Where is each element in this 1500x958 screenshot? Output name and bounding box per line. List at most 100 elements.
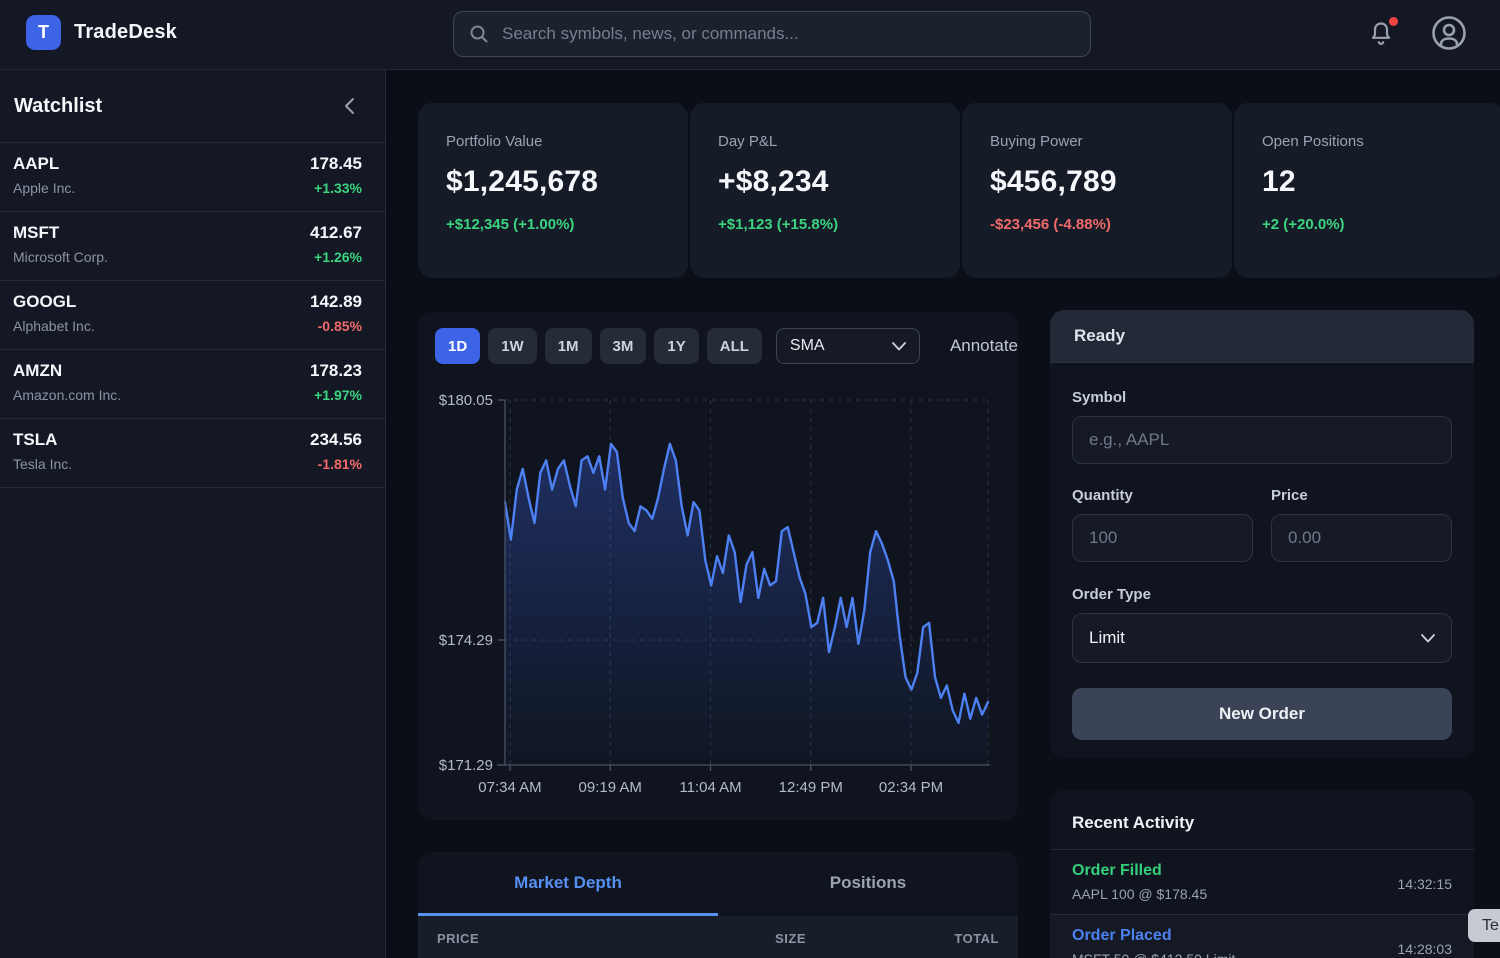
- symbol: GOOGL: [13, 292, 95, 312]
- change-percent: -1.81%: [310, 456, 362, 472]
- search-input[interactable]: [500, 23, 1075, 45]
- market-depth-panel: Market Depth Positions PRICE SIZE TOTAL: [418, 852, 1018, 958]
- order-form: Symbol Quantity Price Order Type Limit N…: [1050, 363, 1474, 740]
- watchlist-sidebar: Watchlist AAPL Apple Inc. 178.45 +1.33% MS…: [0, 70, 386, 958]
- stat-card-day-pnl: Day P&L +$8,234 +$1,123 (+15.8%): [690, 103, 960, 278]
- watchlist-title: Watchlist: [14, 95, 102, 118]
- watchlist-row-googl[interactable]: GOOGLAlphabet Inc. 142.89-0.85%: [0, 281, 385, 350]
- stat-change: -$23,456 (-4.88%): [990, 216, 1204, 233]
- user-icon: [1427, 11, 1471, 55]
- main-content: Portfolio Value $1,245,678 +$12,345 (+1.…: [387, 70, 1500, 958]
- price-chart[interactable]: $180.05$174.29$171.2907:34 AM09:19 AM11:…: [418, 312, 1018, 820]
- watchlist-row-aapl[interactable]: AAPL Apple Inc. 178.45 +1.33%: [0, 143, 385, 212]
- y-axis-label: $174.29: [439, 632, 493, 649]
- price-chart-panel: 1D 1W 1M 3M 1Y ALL SMA Annotate $180.05$…: [418, 312, 1018, 820]
- change-percent: -0.85%: [310, 318, 362, 334]
- watchlist-row-amzn[interactable]: AMZN Amazon.com Inc. 178.23 +1.97%: [0, 350, 385, 419]
- activity-detail: MSFT 50 @ $412.50 Limit: [1072, 951, 1452, 958]
- price-input[interactable]: [1271, 514, 1452, 562]
- timeframe-button-all[interactable]: ALL: [707, 328, 762, 364]
- order-type-label: Order Type: [1072, 586, 1452, 603]
- stat-change: +$12,345 (+1.00%): [446, 216, 660, 233]
- change-percent: +1.26%: [310, 249, 362, 265]
- stat-value: 12: [1262, 165, 1476, 199]
- quantity-label: Quantity: [1072, 487, 1253, 504]
- symbol: TSLA: [13, 430, 72, 450]
- timeframe-button-3m[interactable]: 3M: [600, 328, 647, 364]
- company-name: Amazon.com Inc.: [13, 387, 121, 403]
- search-bar[interactable]: [453, 11, 1091, 57]
- symbol-label: Symbol: [1072, 389, 1452, 406]
- order-status: Ready: [1074, 326, 1125, 346]
- timeframe-button-1y[interactable]: 1Y: [654, 328, 698, 364]
- change-percent: +1.33%: [310, 180, 362, 196]
- app-title: TradeDesk: [74, 21, 177, 44]
- symbol-input[interactable]: [1072, 416, 1452, 464]
- change-percent: +1.97%: [310, 387, 362, 403]
- app-logo: T: [26, 15, 61, 50]
- collapse-sidebar-button chevron-left-icon[interactable]: [343, 96, 357, 116]
- x-axis-label: 07:34 AM: [478, 779, 541, 796]
- price: 178.23: [310, 361, 362, 381]
- timeframe-button-1d[interactable]: 1D: [435, 328, 480, 364]
- watchlist-header: Watchlist: [0, 70, 385, 143]
- x-axis-label: 12:49 PM: [779, 779, 843, 796]
- stat-label: Open Positions: [1262, 133, 1476, 150]
- brand[interactable]: T TradeDesk: [26, 15, 177, 50]
- search-icon: [469, 24, 489, 44]
- watchlist-row-tsla[interactable]: TSLA Tesla Inc. 234.56 -1.81%: [0, 419, 385, 488]
- stat-card-open-positions: Open Positions 12 +2 (+20.0%): [1234, 103, 1500, 278]
- watchlist-row-msft[interactable]: MSFTMicrosoft Corp. 412.67+1.26%: [0, 212, 385, 281]
- depth-table-header: PRICE SIZE TOTAL: [418, 916, 1018, 958]
- depth-tabs: Market Depth Positions: [418, 852, 1018, 916]
- activity-time: 14:32:15: [1398, 876, 1453, 892]
- top-bar: T TradeDesk: [0, 0, 1500, 70]
- timeframe-button-1w[interactable]: 1W: [488, 328, 537, 364]
- stat-label: Day P&L: [718, 133, 932, 150]
- column-total: TOTAL: [806, 931, 999, 946]
- price: 234.56: [310, 430, 362, 450]
- chart-toolbar: 1D 1W 1M 3M 1Y ALL SMA Annotate: [418, 312, 1018, 364]
- symbol: AMZN: [13, 361, 121, 381]
- y-axis-label: $171.29: [439, 757, 493, 774]
- order-type-select[interactable]: Limit: [1072, 613, 1452, 663]
- recent-activity-title: Recent Activity: [1050, 790, 1474, 850]
- activity-row-order-filled: Order Filled AAPL 100 @ $178.45 14:32:15: [1050, 850, 1474, 915]
- column-price: PRICE: [437, 931, 636, 946]
- symbol: MSFT: [13, 223, 108, 243]
- x-axis-label: 02:34 PM: [879, 779, 943, 796]
- watchlist-items: AAPLApple Inc. 178.45+1.33% MSFTMicrosof…: [0, 143, 385, 488]
- column-size: SIZE: [636, 931, 806, 946]
- notifications-button[interactable]: [1367, 19, 1399, 51]
- chevron-down-icon: [1421, 634, 1435, 643]
- activity-title: Order Placed: [1072, 927, 1452, 945]
- price: 142.89: [310, 292, 362, 312]
- order-status-header: Ready: [1050, 310, 1474, 363]
- price: 412.67: [310, 223, 362, 243]
- annotate-button[interactable]: Annotate: [950, 336, 1018, 356]
- stat-value: $1,245,678: [446, 165, 660, 199]
- stat-card-buying-power: Buying Power $456,789 -$23,456 (-4.88%): [962, 103, 1232, 278]
- stat-label: Portfolio Value: [446, 133, 660, 150]
- tab-positions[interactable]: Positions: [718, 852, 1018, 916]
- stat-change: +2 (+20.0%): [1262, 216, 1476, 233]
- timeframe-button-1m[interactable]: 1M: [545, 328, 592, 364]
- stat-cards-row: Portfolio Value $1,245,678 +$12,345 (+1.…: [418, 103, 1500, 278]
- x-axis-label: 11:04 AM: [679, 779, 741, 796]
- quantity-input[interactable]: [1072, 514, 1253, 562]
- price: 178.45: [310, 154, 362, 174]
- indicator-value: SMA: [790, 337, 825, 355]
- new-order-button[interactable]: New Order: [1072, 688, 1452, 740]
- indicator-select[interactable]: SMA: [776, 328, 920, 364]
- stat-card-portfolio-value: Portfolio Value $1,245,678 +$12,345 (+1.…: [418, 103, 688, 278]
- user-avatar-button[interactable]: [1427, 11, 1471, 55]
- company-name: Apple Inc.: [13, 180, 75, 196]
- price-label: Price: [1271, 487, 1452, 504]
- tooltip: Te: [1468, 909, 1500, 942]
- order-type-value: Limit: [1089, 628, 1125, 648]
- stat-value: $456,789: [990, 165, 1204, 199]
- company-name: Tesla Inc.: [13, 456, 72, 472]
- order-entry-panel: Ready Symbol Quantity Price Order Type L…: [1050, 310, 1474, 758]
- tab-market-depth[interactable]: Market Depth: [418, 852, 718, 916]
- symbol: AAPL: [13, 154, 75, 174]
